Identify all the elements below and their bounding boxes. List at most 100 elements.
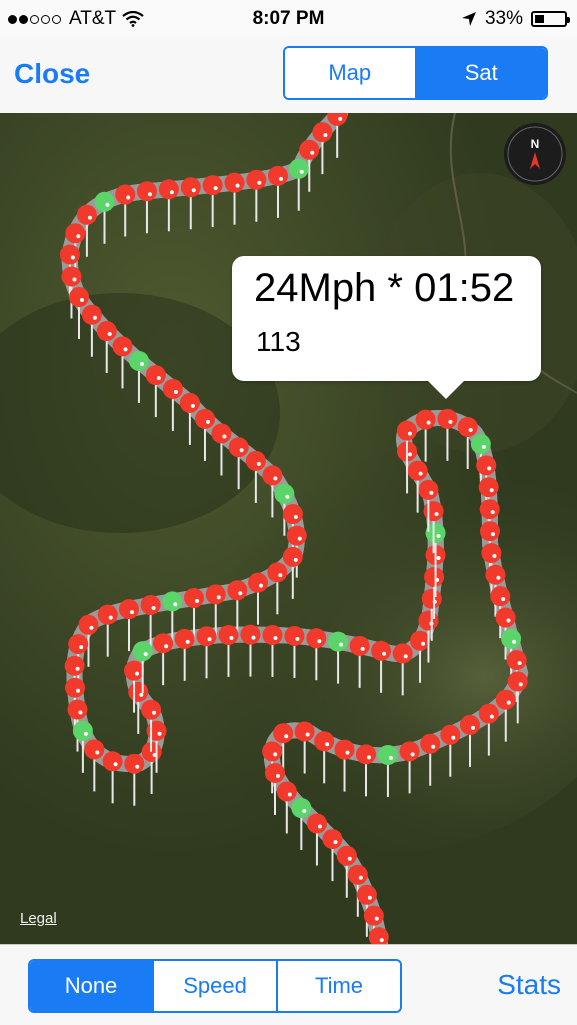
route-map[interactable] <box>0 113 577 944</box>
pin-head <box>392 643 413 664</box>
pin-head <box>162 591 183 612</box>
pin-highlight <box>367 895 372 900</box>
pin-highlight <box>293 557 298 562</box>
pin-highlight <box>191 188 196 193</box>
pin-highlight <box>379 938 384 943</box>
pin-head <box>64 655 85 676</box>
pin-head <box>424 566 445 587</box>
location-arrow-icon <box>461 12 476 26</box>
pin-head <box>288 158 309 179</box>
pin-highlight <box>76 688 81 693</box>
pin-highlight <box>429 490 434 495</box>
stats-button[interactable]: Stats <box>497 969 561 1001</box>
segment-map[interactable]: Map <box>285 48 415 98</box>
pin-head <box>84 739 105 760</box>
pin-head <box>94 191 115 212</box>
pin-callout[interactable]: 24Mph * 01:52 113 <box>232 256 541 399</box>
pin-highlight <box>275 773 280 778</box>
pin-color-segmented-control: None Speed Time <box>28 959 402 1013</box>
pin-head <box>478 477 499 498</box>
battery-level-fill <box>535 15 545 23</box>
pin-head <box>240 624 261 645</box>
pin-highlight <box>70 255 75 260</box>
pin-head <box>407 460 428 481</box>
segment-satellite[interactable]: Sat <box>414 48 546 98</box>
pin-highlight <box>147 192 152 197</box>
legal-link[interactable]: Legal <box>20 910 57 927</box>
pin-head <box>284 625 305 646</box>
pin-highlight <box>126 195 131 200</box>
pin-highlight <box>487 466 492 471</box>
pin-highlight <box>338 116 343 121</box>
pin-highlight <box>317 824 322 829</box>
pin-highlight <box>295 636 300 641</box>
pin-highlight <box>108 615 113 620</box>
pin-head <box>72 720 93 741</box>
pin-head <box>418 479 439 500</box>
pin-highlight <box>451 735 456 740</box>
pin-head <box>495 607 516 628</box>
pin-head <box>478 703 499 724</box>
pin-highlight <box>489 714 494 719</box>
pin-highlight <box>470 725 475 730</box>
pin-highlight <box>431 744 436 749</box>
segment-none[interactable]: None <box>30 961 152 1011</box>
pin-highlight <box>251 635 256 640</box>
pin-head <box>67 699 88 720</box>
pin-highlight <box>222 434 227 439</box>
pin-highlight <box>135 671 140 676</box>
compass-button[interactable]: N <box>504 123 566 185</box>
pin-highlight <box>169 190 174 195</box>
pin-head <box>410 630 431 651</box>
pin-highlight <box>205 419 210 424</box>
pin-highlight <box>105 202 110 207</box>
pin-highlight <box>216 595 221 600</box>
pin-head <box>194 408 215 429</box>
pin-highlight <box>347 856 352 861</box>
pin-highlight <box>130 610 135 615</box>
pin-highlight <box>87 215 92 220</box>
pin-highlight <box>434 512 439 517</box>
close-button[interactable]: Close <box>14 58 90 90</box>
pin-highlight <box>92 315 97 320</box>
pin-highlight <box>135 764 140 769</box>
pin-head <box>476 455 497 476</box>
pin-highlight <box>468 427 473 432</box>
pin-head <box>267 165 288 186</box>
pin-head <box>501 628 522 649</box>
pin-highlight <box>512 639 517 644</box>
pin-highlight <box>157 731 162 736</box>
pin-head <box>174 628 195 649</box>
pin-highlight <box>323 133 328 138</box>
pin-highlight <box>305 732 310 737</box>
pin-head <box>347 864 368 885</box>
pin-highlight <box>374 916 379 921</box>
pin-highlight <box>287 792 292 797</box>
pin-head <box>245 450 266 471</box>
pin-head <box>356 884 377 905</box>
pin-head <box>158 179 179 200</box>
pin-highlight <box>164 644 169 649</box>
pin-head <box>211 423 232 444</box>
navigation-bar: Close Map Sat <box>0 38 577 114</box>
pin-highlight <box>89 625 94 630</box>
pin-head <box>246 169 267 190</box>
pin-highlight <box>256 461 261 466</box>
pin-head <box>162 378 183 399</box>
segment-time[interactable]: Time <box>276 961 400 1011</box>
pin-head <box>153 633 174 654</box>
satellite-map-view[interactable]: N 24Mph * 01:52 113 Legal <box>0 113 577 944</box>
pin-highlight <box>489 488 494 493</box>
pin-highlight <box>152 710 157 715</box>
pin-highlight <box>207 637 212 642</box>
pin-head <box>141 699 162 720</box>
pin-highlight <box>257 180 262 185</box>
segment-speed[interactable]: Speed <box>152 961 276 1011</box>
pin-head <box>218 624 239 645</box>
pin-highlight <box>278 573 283 578</box>
map-type-segmented-control: Map Sat <box>283 46 548 100</box>
pin-head <box>262 465 283 486</box>
status-right-group: 33% <box>461 8 570 30</box>
pin-highlight <box>113 762 118 767</box>
pin-head <box>78 614 99 635</box>
